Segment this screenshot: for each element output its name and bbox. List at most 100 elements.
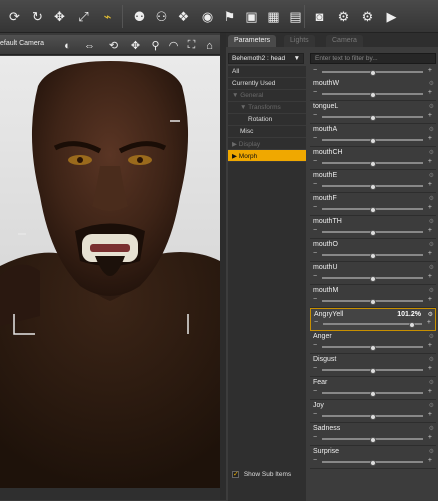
minus-icon[interactable]: − — [313, 158, 317, 165]
gear-icon[interactable]: ⚙ — [429, 103, 434, 110]
minus-icon[interactable]: − — [313, 89, 317, 96]
frame-icon[interactable]: ⛶ — [184, 38, 199, 53]
param-slider[interactable]: − + — [313, 158, 432, 167]
group-icon[interactable]: ▣ — [242, 7, 261, 26]
minus-icon[interactable]: − — [313, 112, 317, 119]
param-slider[interactable]: − + — [313, 434, 432, 443]
tree-item[interactable]: All — [228, 66, 306, 78]
param-row[interactable]: Joy ⚙ − + — [310, 400, 436, 423]
param-row[interactable]: Anger ⚙ − + — [310, 331, 436, 354]
plus-icon[interactable]: + — [427, 319, 431, 326]
param-row[interactable]: mouthM ⚙ − + — [310, 285, 436, 308]
gear-icon[interactable]: ⚙ — [429, 287, 434, 294]
gear-icon[interactable]: ⚙ — [429, 402, 434, 409]
param-slider[interactable]: − + — [313, 457, 432, 466]
plus-icon[interactable]: + — [428, 273, 432, 280]
param-row[interactable]: mouthU ⚙ − + — [310, 262, 436, 285]
param-slider[interactable]: − + — [313, 112, 432, 121]
param-row[interactable]: mouthW ⚙ − + — [310, 78, 436, 101]
param-slider[interactable]: − + — [313, 135, 432, 144]
scale-icon[interactable]: ⤢ — [74, 7, 93, 26]
tree-item[interactable]: Misc — [228, 126, 306, 138]
param-row[interactable]: mouthE ⚙ − + — [310, 170, 436, 193]
slider-knob[interactable] — [369, 299, 376, 305]
plus-icon[interactable]: + — [428, 112, 432, 119]
slider-knob[interactable] — [369, 230, 376, 236]
param-row[interactable]: Sadness ⚙ − + — [310, 423, 436, 446]
slider-knob[interactable] — [369, 161, 376, 167]
param-row[interactable]: mouthTH ⚙ − + — [310, 216, 436, 239]
gear-icon[interactable]: ⚙ — [429, 126, 434, 133]
param-slider[interactable]: − + — [313, 181, 432, 190]
3d-viewport[interactable] — [0, 56, 220, 488]
save-icon[interactable]: ▤ — [286, 7, 305, 26]
gear-icon[interactable]: ⚙ — [429, 425, 434, 432]
gear-icon[interactable]: ⚙ — [429, 241, 434, 248]
tree-item[interactable]: ▶ Morph — [228, 150, 306, 162]
gear-icon[interactable]: ⚙ — [429, 379, 434, 386]
gear-icon[interactable]: ⚙ — [429, 195, 434, 202]
gear-icon[interactable]: ⚙ — [429, 172, 434, 179]
slider-knob[interactable] — [369, 138, 376, 144]
pose-icon[interactable]: ⚑ — [220, 7, 239, 26]
zoom-icon[interactable]: ⚲ — [148, 38, 163, 53]
param-slider[interactable]: − + — [313, 250, 432, 259]
tab-parameters[interactable]: Parameters — [228, 35, 277, 47]
param-slider[interactable]: − + — [313, 388, 432, 397]
plus-icon[interactable]: + — [428, 67, 432, 74]
gear-icon[interactable]: ⚙ — [429, 218, 434, 225]
slider-knob[interactable] — [369, 253, 376, 259]
minus-icon[interactable]: − — [313, 67, 317, 74]
minus-icon[interactable]: − — [313, 250, 317, 257]
node-selector[interactable]: Behemoth2 : head ▼ — [228, 53, 304, 64]
tree-item[interactable]: ▶ Display — [228, 138, 306, 150]
gear-icon[interactable]: ⚙ — [429, 80, 434, 87]
tree-item[interactable]: Rotation — [228, 114, 306, 126]
minus-icon[interactable]: − — [313, 181, 317, 188]
minus-icon[interactable]: − — [314, 319, 318, 326]
render-settings-icon[interactable]: ⚙ — [358, 7, 377, 26]
plus-icon[interactable]: + — [428, 204, 432, 211]
slider-knob[interactable] — [369, 207, 376, 213]
minus-icon[interactable]: − — [313, 365, 317, 372]
slider-knob[interactable] — [369, 345, 376, 351]
filter-input[interactable]: Enter text to filter by... — [310, 53, 436, 64]
param-slider[interactable]: − + — [313, 67, 432, 76]
show-sub-items-checkbox[interactable]: ✓ Show Sub Items — [228, 469, 306, 481]
plus-icon[interactable]: + — [428, 227, 432, 234]
sphere-icon[interactable]: ◐ — [60, 38, 75, 53]
rotate-y-icon[interactable]: ↻ — [28, 7, 47, 26]
plus-icon[interactable]: + — [428, 89, 432, 96]
minus-icon[interactable]: − — [313, 434, 317, 441]
render-button-icon[interactable]: ▶ — [382, 7, 401, 26]
param-row[interactable]: Surprise ⚙ − + — [310, 446, 436, 469]
tree-item[interactable]: ▼ Transforms — [228, 102, 306, 114]
tab-camera[interactable]: Camera — [326, 35, 363, 47]
minus-icon[interactable]: − — [313, 273, 317, 280]
rotate-cam-icon[interactable]: ⟲ — [106, 38, 121, 53]
plus-icon[interactable]: + — [428, 434, 432, 441]
plus-icon[interactable]: + — [428, 135, 432, 142]
minus-icon[interactable]: − — [313, 342, 317, 349]
home-icon[interactable]: ⌂ — [202, 38, 217, 53]
minus-icon[interactable]: − — [313, 388, 317, 395]
param-slider[interactable]: − + — [313, 204, 432, 213]
gear-icon[interactable]: ⚙ — [429, 448, 434, 455]
minus-icon[interactable]: − — [313, 204, 317, 211]
camera-icon[interactable]: ◙ — [310, 7, 329, 26]
gear-icon[interactable]: ⚙ — [429, 149, 434, 156]
slider-knob[interactable] — [369, 437, 376, 443]
slider-knob[interactable] — [369, 276, 376, 282]
param-slider[interactable]: − + — [313, 227, 432, 236]
morph-icon[interactable]: ❖ — [174, 7, 193, 26]
plus-icon[interactable]: + — [428, 181, 432, 188]
param-slider[interactable]: − + — [313, 411, 432, 420]
orbit-icon[interactable]: ◠ — [166, 38, 181, 53]
settings-icon[interactable]: ⚙ — [334, 7, 353, 26]
param-slider[interactable]: − + — [313, 296, 432, 305]
param-row[interactable]: mouthF ⚙ − + — [310, 193, 436, 216]
slider-knob[interactable] — [369, 115, 376, 121]
plus-icon[interactable]: + — [428, 158, 432, 165]
plus-icon[interactable]: + — [428, 296, 432, 303]
plus-icon[interactable]: + — [428, 250, 432, 257]
